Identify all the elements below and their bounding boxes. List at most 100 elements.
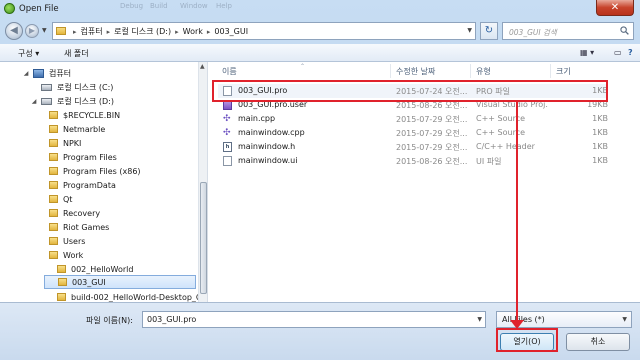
ghost-menu-item: Debug <box>120 2 144 10</box>
tree-item-label: 컴퓨터 <box>49 68 72 78</box>
filename-dropdown-icon[interactable]: ▼ <box>477 316 482 323</box>
tree-item-folder[interactable]: build-002_HelloWorld-Desktop_Qt_5_4 <box>46 290 207 302</box>
search-box[interactable]: 003_GUI 검색 <box>502 22 634 40</box>
tree-item-folder[interactable]: Riot Games <box>38 220 109 234</box>
tree-item-folder[interactable]: $RECYCLE.BIN <box>38 108 120 122</box>
chevron-right-icon[interactable]: ▸ <box>175 28 179 36</box>
ghost-menu-item: Help <box>216 2 232 10</box>
breadcrumb: ▸ 컴퓨터 ▸ 로컬 디스크 (D:) ▸ Work ▸ 003_GUI <box>69 26 248 37</box>
breadcrumb-item[interactable]: 컴퓨터 <box>81 26 103 37</box>
view-options-icon[interactable]: ▦ ▾ <box>580 48 594 57</box>
file-icon <box>223 156 232 166</box>
tree-item-folder[interactable]: Program Files (x86) <box>38 164 141 178</box>
folder-icon <box>49 195 58 203</box>
new-folder-button[interactable]: 새 폴더 <box>64 48 89 59</box>
file-date: 2015-07-29 오전... <box>396 129 468 138</box>
help-icon[interactable]: ? <box>628 48 633 57</box>
recent-pages-dropdown-icon[interactable]: ▼ <box>42 27 47 34</box>
filter-dropdown-icon[interactable]: ▼ <box>622 316 627 323</box>
column-header-size[interactable]: 크기 <box>556 66 571 77</box>
column-header-name[interactable]: 이름 <box>222 66 237 77</box>
tree-item-label: Qt <box>63 194 73 204</box>
annotation-highlight-open-button <box>496 328 558 352</box>
collapse-icon[interactable]: ◢ <box>22 70 30 77</box>
file-row[interactable]: h mainwindow.h 2015-07-29 오전... C/C++ He… <box>218 140 608 154</box>
tree-item-folder[interactable]: NPKI <box>38 136 81 150</box>
column-header-date[interactable]: 수정한 날짜 <box>396 66 435 77</box>
chevron-right-icon[interactable]: ▸ <box>207 28 211 36</box>
tree-item-label: 003_GUI <box>72 277 106 287</box>
tree-item-drive-d[interactable]: ◢ 로컬 디스크 (D:) <box>30 94 114 108</box>
back-button[interactable]: ◀ <box>5 22 23 40</box>
tree-item-label: ProgramData <box>63 180 116 190</box>
annotation-highlight-file <box>212 80 608 102</box>
file-date: 2015-08-26 오전... <box>396 157 468 166</box>
cancel-button[interactable]: 취소 <box>566 333 630 351</box>
navigation-pane: ◢ 컴퓨터 로컬 디스크 (C:) ◢ 로컬 디스크 (D:) $RECYCLE… <box>0 62 208 302</box>
column-header-type[interactable]: 유형 <box>476 66 491 77</box>
tree-item-label: Netmarble <box>63 124 106 134</box>
folder-icon <box>49 167 58 175</box>
tree-item-folder[interactable]: Recovery <box>38 206 100 220</box>
folder-icon <box>57 265 66 273</box>
tree-item-folder[interactable]: Program Files <box>38 150 117 164</box>
tree-item-folder[interactable]: Work <box>38 248 83 262</box>
folder-icon <box>49 237 58 245</box>
file-date: 2015-07-29 오전... <box>396 115 468 124</box>
tree-item-folder[interactable]: Netmarble <box>38 122 105 136</box>
drive-icon <box>41 97 52 105</box>
tree-item-folder[interactable]: 002_HelloWorld <box>46 262 133 276</box>
folder-icon <box>49 139 58 147</box>
tree-scrollbar[interactable]: ▲ <box>198 62 207 302</box>
search-input[interactable]: 003_GUI 검색 <box>509 27 557 38</box>
search-icon <box>620 26 629 35</box>
chevron-right-icon[interactable]: ▸ <box>107 28 111 36</box>
collapse-icon[interactable]: ◢ <box>30 98 38 105</box>
close-button[interactable]: ✕ <box>596 0 634 16</box>
breadcrumb-item[interactable]: Work <box>183 27 203 36</box>
drive-icon <box>41 83 52 91</box>
filename-input[interactable]: 003_GUI.pro ▼ <box>142 311 486 328</box>
tree-item-label: Program Files <box>63 152 117 162</box>
tree-item-label: 로컬 디스크 (C:) <box>57 82 114 92</box>
breadcrumb-item[interactable]: 003_GUI <box>214 27 248 36</box>
file-name: mainwindow.ui <box>238 156 298 165</box>
tree-item-drive-c[interactable]: 로컬 디스크 (C:) <box>30 80 113 94</box>
tree-item-label: NPKI <box>63 138 82 148</box>
title-bar: Open File Debug Build Window Help ✕ <box>0 0 640 18</box>
organize-button[interactable]: 구성 ▾ <box>18 48 39 59</box>
refresh-button[interactable]: ↻ <box>480 22 498 40</box>
address-bar[interactable]: ▸ 컴퓨터 ▸ 로컬 디스크 (D:) ▸ Work ▸ 003_GUI ▼ <box>52 22 476 40</box>
tree-item-label: Recovery <box>63 208 101 218</box>
cpp-source-icon: ✣ <box>223 128 231 138</box>
window-title: Open File <box>19 4 59 14</box>
file-size: 1KB <box>592 114 608 123</box>
tree-item-folder[interactable]: ProgramData <box>38 178 116 192</box>
folder-icon <box>56 27 66 35</box>
header-file-icon: h <box>223 142 232 152</box>
file-size: 1KB <box>592 156 608 165</box>
tree-item-folder[interactable]: Qt <box>38 192 72 206</box>
cpp-source-icon: ✣ <box>223 114 231 124</box>
file-row[interactable]: ✣ main.cpp 2015-07-29 오전... C++ Source 1… <box>218 112 608 126</box>
breadcrumb-item[interactable]: 로컬 디스크 (D:) <box>114 26 171 37</box>
ghost-menu-item: Window <box>180 2 208 10</box>
tree-item-folder[interactable]: Users <box>38 234 85 248</box>
chevron-right-icon[interactable]: ▸ <box>73 28 77 36</box>
scrollbar-thumb[interactable] <box>200 182 207 294</box>
address-dropdown-icon[interactable]: ▼ <box>467 27 472 34</box>
file-type: C/C++ Header <box>476 142 535 151</box>
file-type: C++ Source <box>476 114 526 123</box>
file-row[interactable]: mainwindow.ui 2015-08-26 오전... UI 파일 1KB <box>218 154 608 168</box>
forward-button[interactable]: ▶ <box>25 24 39 38</box>
ghost-menu-item: Build <box>150 2 168 10</box>
folder-icon <box>57 293 66 301</box>
preview-pane-icon[interactable]: ▭ <box>614 48 622 57</box>
tree-item-computer[interactable]: ◢ 컴퓨터 <box>22 66 71 80</box>
scroll-up-icon[interactable]: ▲ <box>200 63 205 70</box>
folder-lock-icon <box>49 209 58 217</box>
folder-icon <box>49 181 58 189</box>
tree-item-selected-folder[interactable]: 003_GUI <box>44 275 196 289</box>
filename-value[interactable]: 003_GUI.pro <box>147 315 196 324</box>
file-row[interactable]: ✣ mainwindow.cpp 2015-07-29 오전... C++ So… <box>218 126 608 140</box>
